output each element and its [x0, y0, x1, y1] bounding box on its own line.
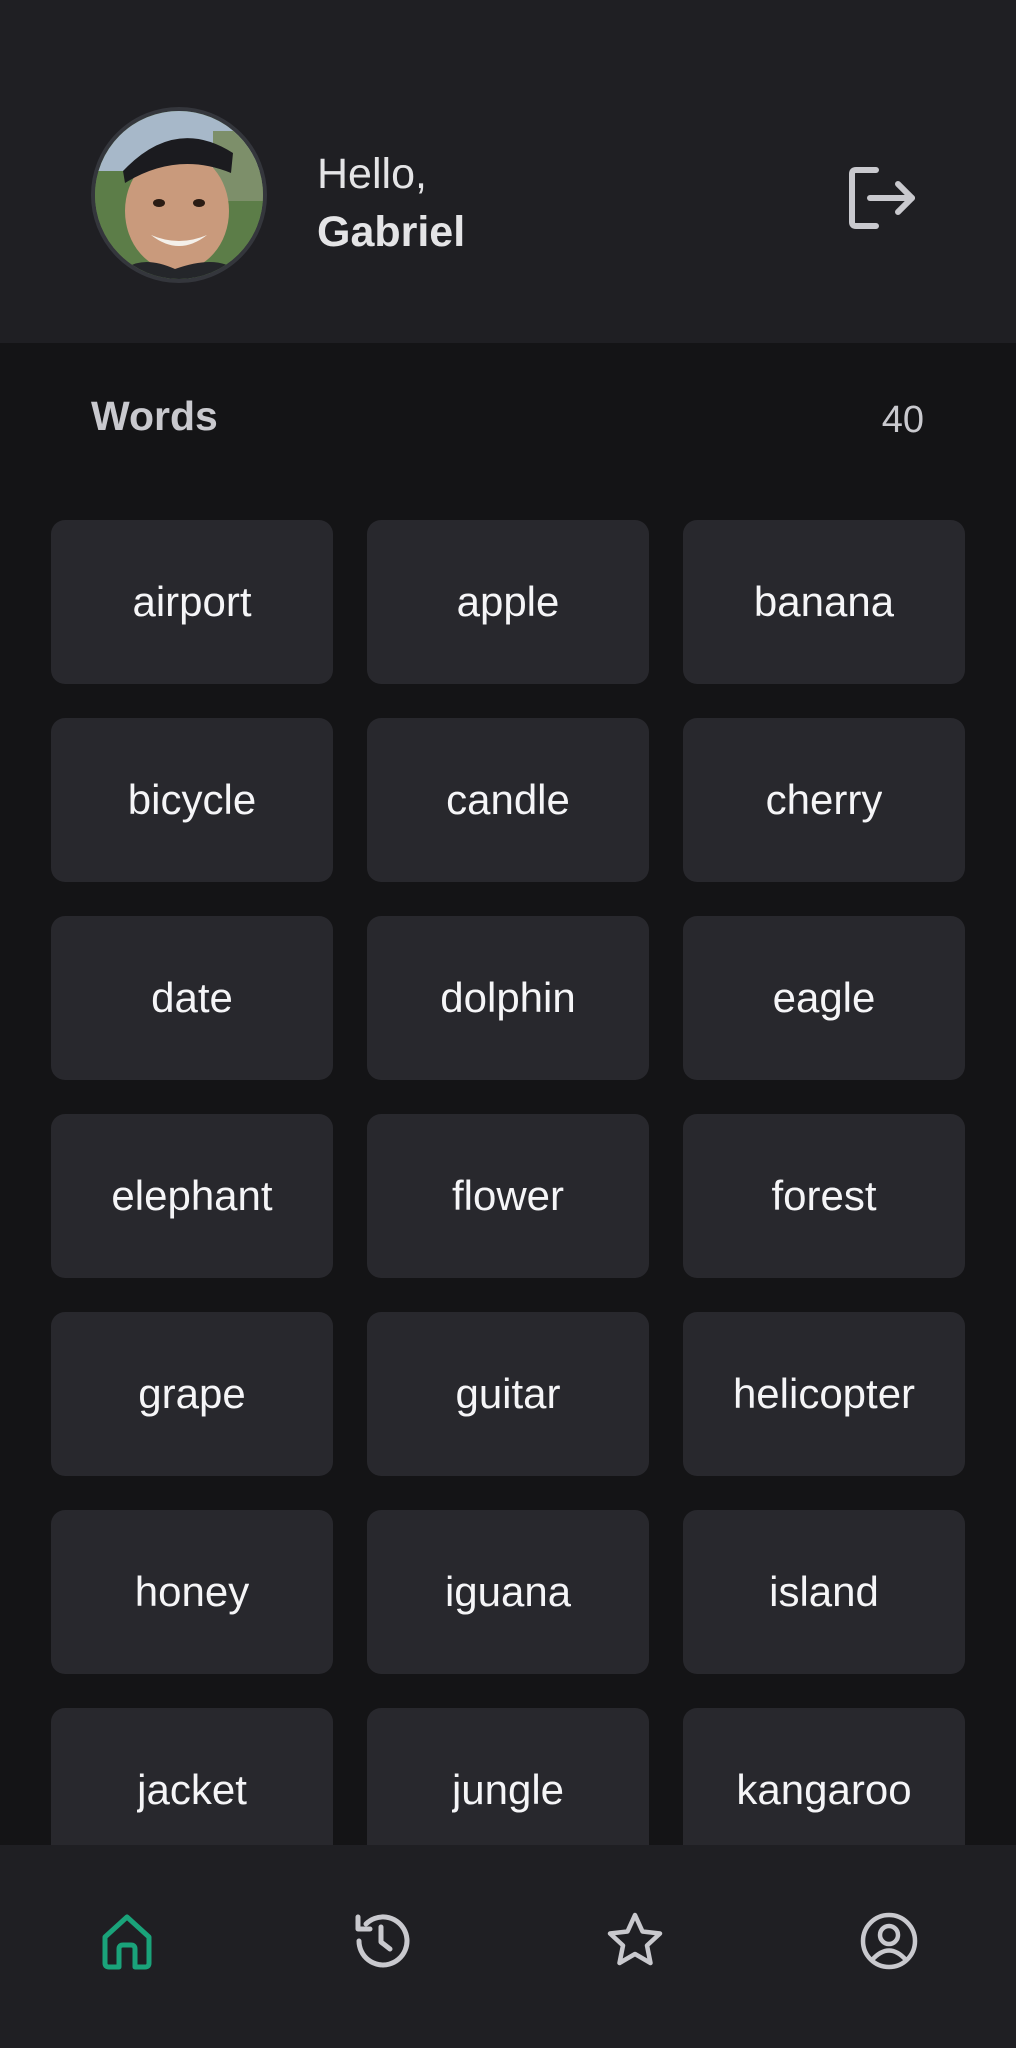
nav-favorites[interactable] — [595, 1901, 675, 1981]
word-card[interactable]: airport — [51, 520, 333, 684]
word-label: apple — [456, 578, 560, 625]
history-icon — [355, 1914, 410, 1968]
word-label: grape — [138, 1370, 246, 1417]
section-title: Words — [91, 393, 218, 439]
nav-history[interactable] — [341, 1901, 421, 1981]
word-card[interactable]: elephant — [51, 1114, 333, 1278]
word-card[interactable]: candle — [367, 718, 649, 882]
word-label: jungle — [451, 1766, 565, 1813]
word-label: dolphin — [440, 974, 576, 1021]
word-card[interactable]: banana — [683, 520, 965, 684]
word-label: candle — [446, 776, 570, 823]
word-card[interactable]: iguana — [367, 1510, 649, 1674]
word-label: kangaroo — [736, 1766, 912, 1813]
word-card[interactable]: honey — [51, 1510, 333, 1674]
word-card[interactable]: grape — [51, 1312, 333, 1476]
word-label: iguana — [444, 1568, 572, 1615]
nav-home[interactable] — [87, 1901, 167, 1981]
word-card[interactable]: apple — [367, 520, 649, 684]
word-card[interactable]: cherry — [683, 718, 965, 882]
nav-profile[interactable] — [849, 1901, 929, 1981]
word-card[interactable]: island — [683, 1510, 965, 1674]
word-card[interactable]: date — [51, 916, 333, 1080]
header: Hello, Gabriel — [0, 0, 1016, 343]
word-card[interactable]: forest — [683, 1114, 965, 1278]
word-label: banana — [753, 578, 895, 625]
word-grid: airport apple banana bicycle candle cherry dat… — [51, 520, 965, 1845]
user-avatar[interactable] — [91, 107, 267, 283]
logout-button[interactable] — [840, 156, 924, 240]
word-label: elephant — [111, 1172, 273, 1219]
logout-icon — [849, 167, 915, 229]
word-card[interactable]: jungle — [367, 1708, 649, 1845]
user-photo-icon — [95, 111, 263, 279]
user-name: Gabriel — [317, 208, 466, 256]
word-label: island — [769, 1568, 879, 1615]
word-label: flower — [451, 1172, 565, 1219]
star-icon — [607, 1912, 663, 1966]
word-label: guitar — [455, 1370, 561, 1417]
greeting: Hello, Gabriel — [317, 145, 465, 261]
word-label: airport — [132, 578, 252, 625]
word-card[interactable]: guitar — [367, 1312, 649, 1476]
word-card[interactable]: kangaroo — [683, 1708, 965, 1845]
word-grid-scroll[interactable]: airport apple banana bicycle candle cherry dat… — [0, 520, 1016, 1845]
home-icon — [102, 1914, 152, 1970]
word-label: date — [151, 974, 233, 1021]
word-count: 40 — [881, 399, 924, 441]
bottom-nav — [0, 1845, 1016, 2048]
word-label: helicopter — [732, 1370, 916, 1417]
word-card[interactable]: eagle — [683, 916, 965, 1080]
word-card[interactable]: bicycle — [51, 718, 333, 882]
word-card[interactable]: dolphin — [367, 916, 649, 1080]
greeting-text: Hello, — [317, 150, 427, 198]
word-label: bicycle — [127, 776, 257, 823]
word-card[interactable]: jacket — [51, 1708, 333, 1845]
word-label: jacket — [137, 1766, 247, 1813]
word-card[interactable]: flower — [367, 1114, 649, 1278]
word-label: cherry — [765, 776, 883, 823]
profile-icon — [860, 1912, 918, 1970]
word-label: honey — [134, 1568, 250, 1615]
word-card[interactable]: helicopter — [683, 1312, 965, 1476]
word-label: eagle — [772, 974, 876, 1021]
word-label: forest — [771, 1172, 877, 1219]
